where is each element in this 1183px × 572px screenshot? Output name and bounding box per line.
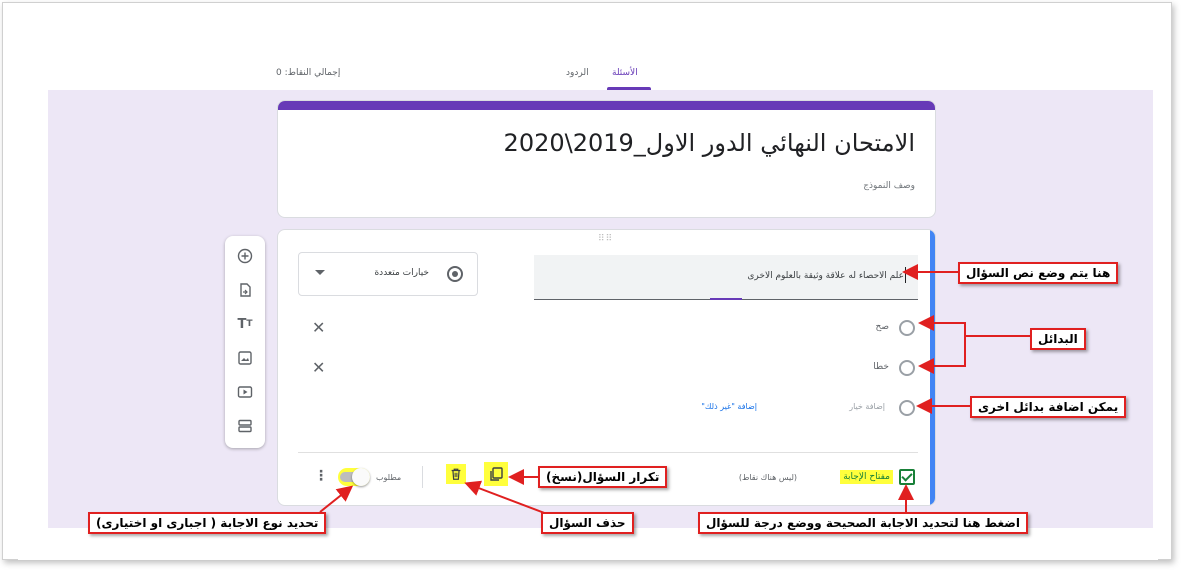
annotation-add-options: يمكن اضافة بدائل اخرى (970, 396, 1127, 418)
answer-key-icon (899, 469, 915, 485)
annotation-options: البدائل (1030, 328, 1086, 350)
option-label[interactable]: خطا (873, 362, 889, 372)
tab-questions[interactable]: الأسئلة (612, 68, 638, 78)
option-row[interactable]: خطا (795, 358, 915, 378)
floating-toolbar: TT (225, 236, 265, 448)
option-label[interactable]: صح (876, 322, 889, 332)
form-description-field[interactable]: وصف النموذج (863, 181, 915, 191)
theme-color-bar (278, 101, 935, 110)
remove-option-icon[interactable]: ✕ (312, 358, 325, 377)
form-title-card[interactable]: الامتحان النهائي الدور الاول_2019\2020 و… (277, 100, 936, 218)
section-icon[interactable] (235, 416, 255, 436)
image-icon[interactable] (235, 348, 255, 368)
form-title[interactable]: الامتحان النهائي الدور الاول_2019\2020 (504, 129, 915, 157)
total-points-label: إجمالي النقاط: 0 (276, 68, 341, 78)
add-other-button[interactable]: إضافة "غير ذلك" (701, 402, 757, 411)
radio-circle-icon (899, 320, 915, 336)
chevron-down-icon (315, 270, 325, 275)
toggle-knob (352, 468, 370, 486)
screenshot-frame: إجمالي النقاط: 0 الردود الأسئلة الامتحان… (0, 0, 1183, 572)
annotation-duplicate: تكرار السؤال(نسخ) (538, 466, 668, 488)
answer-key-label: مفتاح الإجابة (840, 470, 893, 484)
more-options-icon[interactable]: ⋮ (314, 468, 328, 484)
add-option-button[interactable]: إضافة خيار (849, 402, 885, 411)
video-icon[interactable] (235, 382, 255, 402)
text-caret (905, 267, 906, 283)
remove-option-icon[interactable]: ✕ (312, 318, 325, 337)
card-footer-divider (298, 452, 918, 453)
annotation-question-text: هنا يتم وضع نص السؤال (958, 262, 1119, 284)
annotation-required-type: تحديد نوع الاجابة ( اجبارى او اختيارى) (88, 512, 327, 534)
question-card[interactable]: ⠿⠿ علم الاحصاء له علاقة وثيقة بالعلوم ال… (277, 229, 936, 506)
radio-circle-icon (899, 400, 915, 416)
active-card-indicator (930, 230, 935, 505)
copy-icon (490, 467, 503, 481)
question-type-label: خيارات متعددة (374, 268, 429, 278)
points-note: (ليس هناك نقاط) (738, 473, 797, 482)
import-questions-icon[interactable] (235, 280, 255, 300)
footer-separator (422, 466, 423, 488)
required-toggle[interactable] (338, 468, 370, 486)
radio-circle-icon (899, 360, 915, 376)
title-description-icon[interactable]: TT (235, 314, 255, 334)
question-type-dropdown[interactable]: خيارات متعددة (298, 252, 478, 296)
option-row[interactable]: صح (795, 318, 915, 338)
answer-key-button[interactable]: مفتاح الإجابة (840, 466, 915, 488)
annotation-delete: حذف السؤال (541, 512, 634, 534)
add-option-row (895, 398, 915, 418)
tab-responses[interactable]: الردود (566, 68, 589, 78)
required-label: مطلوب (376, 473, 402, 482)
question-text-input[interactable]: علم الاحصاء له علاقة وثيقة بالعلوم الاخر… (534, 255, 918, 300)
trash-icon (451, 468, 461, 480)
radio-button-icon (447, 266, 463, 282)
delete-button[interactable] (446, 464, 466, 484)
duplicate-button[interactable] (484, 462, 508, 486)
add-question-icon[interactable] (235, 246, 255, 266)
question-text: علم الاحصاء له علاقة وثيقة بالعلوم الاخر… (747, 271, 904, 281)
drag-handle-icon[interactable]: ⠿⠿ (598, 234, 613, 244)
input-focus-line (710, 298, 742, 300)
annotation-answer-key: اضغط هنا لتحديد الاجابة الصحيحة ووضع درج… (698, 512, 1028, 534)
